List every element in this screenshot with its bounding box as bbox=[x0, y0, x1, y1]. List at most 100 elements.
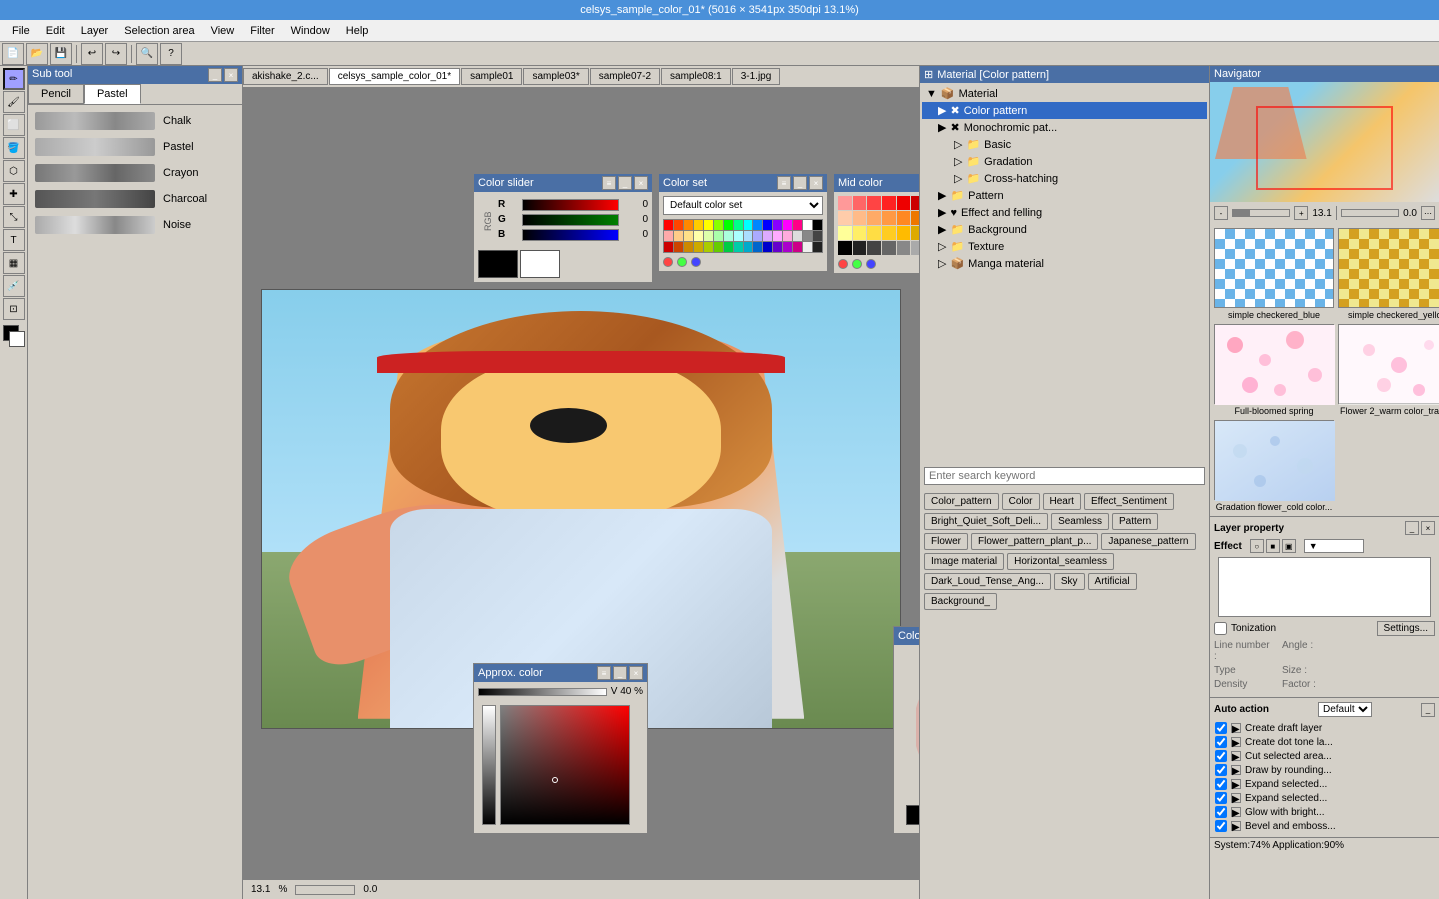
zoom-slider[interactable] bbox=[295, 885, 355, 895]
sub-tools-close[interactable]: × bbox=[224, 68, 238, 82]
toolbar-new[interactable]: 📄 bbox=[2, 43, 24, 65]
menu-file[interactable]: File bbox=[4, 23, 38, 39]
action-create-draft-check[interactable] bbox=[1215, 722, 1227, 734]
tool-gradient[interactable]: ▦ bbox=[3, 252, 25, 274]
navigator-preview[interactable] bbox=[1210, 82, 1439, 202]
brush-charcoal[interactable]: Charcoal bbox=[32, 187, 238, 211]
color-set-menu[interactable]: ≡ bbox=[777, 176, 791, 190]
slider-b[interactable] bbox=[522, 229, 619, 241]
tree-monochromic[interactable]: ▶ ✖ Monochromic pat... bbox=[922, 119, 1207, 136]
tag-dark-loud[interactable]: Dark_Loud_Tense_Ang... bbox=[924, 573, 1051, 590]
mid-color-cell[interactable] bbox=[882, 226, 896, 240]
color-cell[interactable] bbox=[664, 220, 673, 230]
mid-color-cell[interactable] bbox=[897, 241, 911, 255]
nav-zoom-slider[interactable] bbox=[1232, 209, 1290, 217]
mid-color-cell[interactable] bbox=[838, 211, 852, 225]
tree-basic[interactable]: ▷ 📁 Basic bbox=[922, 136, 1207, 153]
mid-color-cell[interactable] bbox=[897, 226, 911, 240]
color-cell[interactable] bbox=[803, 220, 812, 230]
color-cell[interactable] bbox=[684, 231, 693, 241]
mid-color-cell[interactable] bbox=[911, 196, 919, 210]
action-cut-expand[interactable]: ▶ bbox=[1231, 751, 1241, 761]
color-slider-close[interactable]: × bbox=[634, 176, 648, 190]
tool-transform[interactable]: ⤡ bbox=[3, 206, 25, 228]
menu-window[interactable]: Window bbox=[283, 23, 338, 39]
action-create-dot-check[interactable] bbox=[1215, 736, 1227, 748]
tag-bright-quiet[interactable]: Bright_Quiet_Soft_Deli... bbox=[924, 513, 1048, 530]
tab-akishake[interactable]: akishake_2.c... bbox=[243, 68, 328, 85]
action-cut-selected-check[interactable] bbox=[1215, 750, 1227, 762]
mid-color-cell[interactable] bbox=[911, 211, 919, 225]
tag-seamless[interactable]: Seamless bbox=[1051, 513, 1109, 530]
action-expand1-expand[interactable]: ▶ bbox=[1231, 779, 1241, 789]
tool-pencil[interactable]: ✏ bbox=[3, 68, 25, 90]
color-cell[interactable] bbox=[803, 242, 812, 252]
mid-color-cell[interactable] bbox=[882, 241, 896, 255]
tool-eyedropper[interactable]: 💉 bbox=[3, 275, 25, 297]
color-cell[interactable] bbox=[803, 231, 812, 241]
tag-color[interactable]: Color bbox=[1002, 493, 1040, 510]
color-cell[interactable] bbox=[674, 231, 683, 241]
approx-value-slider[interactable] bbox=[478, 688, 607, 696]
action-draw-check[interactable] bbox=[1215, 764, 1227, 776]
color-cell[interactable] bbox=[714, 220, 723, 230]
color-cell[interactable] bbox=[744, 242, 753, 252]
color-cell[interactable] bbox=[674, 242, 683, 252]
color-cell[interactable] bbox=[773, 242, 782, 252]
color-cell[interactable] bbox=[753, 242, 762, 252]
brush-chalk[interactable]: Chalk bbox=[32, 109, 238, 133]
effect-toggle-2[interactable]: ■ bbox=[1266, 539, 1280, 553]
tool-select[interactable]: ⬡ bbox=[3, 160, 25, 182]
tab-sample08[interactable]: sample08:1 bbox=[661, 68, 731, 85]
color-cell[interactable] bbox=[773, 220, 782, 230]
color-cell[interactable] bbox=[714, 242, 723, 252]
swatch-background[interactable] bbox=[520, 250, 560, 278]
mid-color-cell[interactable] bbox=[853, 211, 867, 225]
thumb-gradation-flower[interactable]: Gradation flower_cold color... bbox=[1214, 420, 1334, 512]
tag-sky[interactable]: Sky bbox=[1054, 573, 1085, 590]
effect-dropdown-val[interactable]: ▼ bbox=[1304, 539, 1364, 553]
mid-color-cell[interactable] bbox=[911, 241, 919, 255]
mid-color-cell[interactable] bbox=[853, 241, 867, 255]
action-expand-btn[interactable]: ▶ bbox=[1231, 723, 1241, 733]
mid-color-cell[interactable] bbox=[897, 211, 911, 225]
color-cell[interactable] bbox=[714, 231, 723, 241]
color-cell[interactable] bbox=[744, 231, 753, 241]
color-dot-blue[interactable] bbox=[691, 257, 701, 267]
color-cell[interactable] bbox=[763, 220, 772, 230]
tree-color-pattern[interactable]: ▶ ✖ Color pattern bbox=[922, 102, 1207, 119]
tag-flower[interactable]: Flower bbox=[924, 533, 968, 550]
color-dot-red[interactable] bbox=[663, 257, 673, 267]
mid-color-cell[interactable] bbox=[867, 226, 881, 240]
swatch-foreground[interactable] bbox=[478, 250, 518, 278]
action-dot-expand[interactable]: ▶ bbox=[1231, 737, 1241, 747]
approx-color-menu[interactable]: ≡ bbox=[597, 666, 611, 680]
color-slider-minimize[interactable]: _ bbox=[618, 176, 632, 190]
tab-pastel[interactable]: Pastel bbox=[84, 84, 141, 104]
mid-color-cell[interactable] bbox=[838, 241, 852, 255]
mid-color-cell[interactable] bbox=[853, 196, 867, 210]
color-cell[interactable] bbox=[763, 231, 772, 241]
color-cell[interactable] bbox=[793, 231, 802, 241]
settings-button[interactable]: Settings... bbox=[1377, 621, 1435, 636]
approx-color-close[interactable]: × bbox=[629, 666, 643, 680]
tab-pencil[interactable]: Pencil bbox=[28, 84, 84, 104]
color-wheel-container[interactable] bbox=[898, 649, 919, 805]
tree-cross-hatching[interactable]: ▷ 📁 Cross-hatching bbox=[922, 170, 1207, 187]
mid-color-cell[interactable] bbox=[867, 196, 881, 210]
mid-color-cell[interactable] bbox=[911, 226, 919, 240]
approx-color-minimize[interactable]: _ bbox=[613, 666, 627, 680]
color-cell[interactable] bbox=[694, 242, 703, 252]
action-draw-expand[interactable]: ▶ bbox=[1231, 765, 1241, 775]
color-cell[interactable] bbox=[724, 242, 733, 252]
circle-color-swatch[interactable] bbox=[906, 805, 919, 825]
menu-edit[interactable]: Edit bbox=[38, 23, 73, 39]
auto-action-minimize[interactable]: _ bbox=[1421, 703, 1435, 717]
action-expand1-check[interactable] bbox=[1215, 778, 1227, 790]
color-cell[interactable] bbox=[704, 220, 713, 230]
color-cell[interactable] bbox=[783, 220, 792, 230]
slider-r[interactable] bbox=[522, 199, 619, 211]
tree-material[interactable]: ▼ 📦 Material bbox=[922, 85, 1207, 102]
mid-color-cell[interactable] bbox=[882, 196, 896, 210]
mid-color-cell[interactable] bbox=[882, 211, 896, 225]
